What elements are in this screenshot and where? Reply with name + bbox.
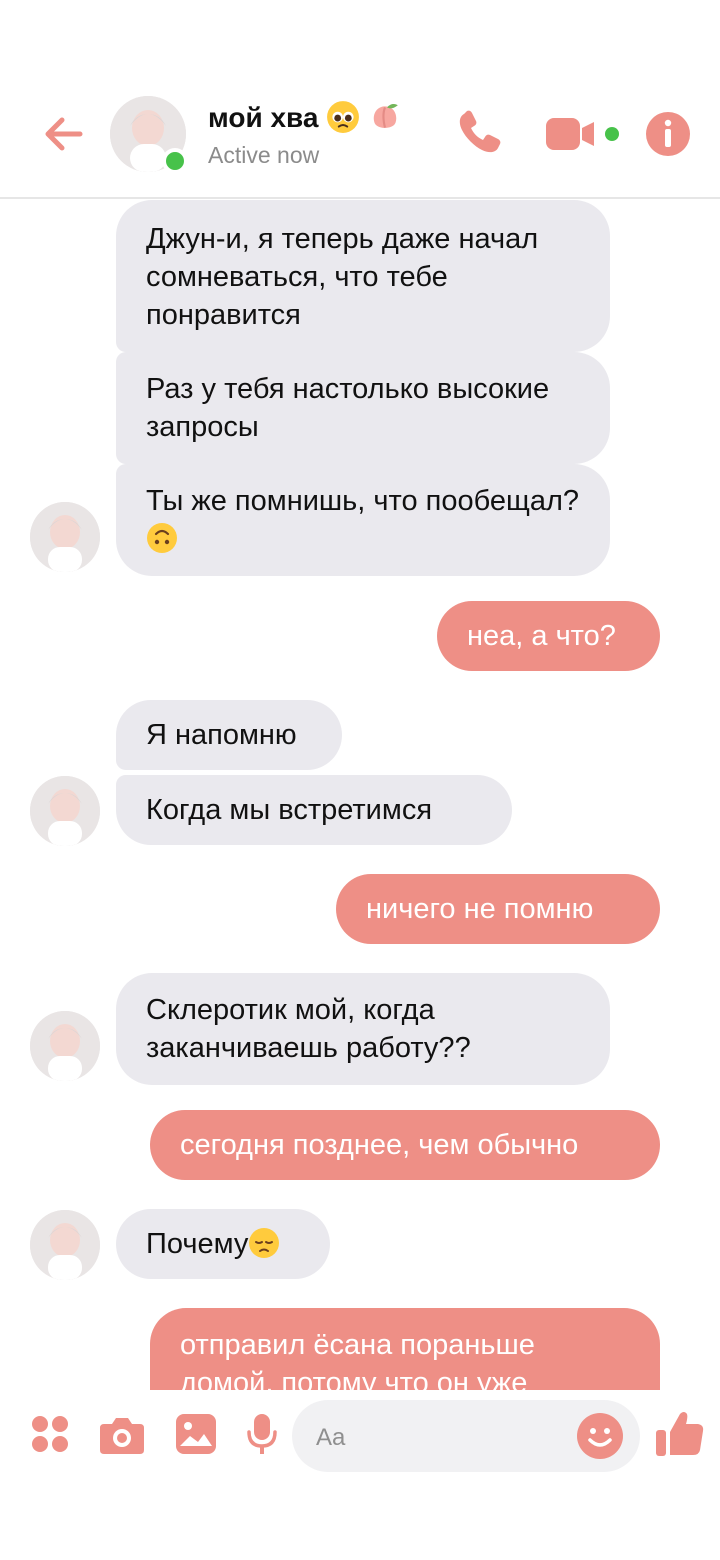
avatar[interactable] (30, 776, 100, 846)
message-list: Джун-и, я теперь даже начал сомневаться,… (0, 200, 720, 1390)
emoji-icon[interactable] (576, 1412, 624, 1460)
outgoing-message[interactable]: сегодня позднее, чем обычно (150, 1110, 660, 1180)
incoming-message[interactable]: Когда мы встретимся (116, 775, 512, 845)
chat-header: мой хва Active now (0, 0, 720, 200)
incoming-message[interactable]: Ты же помнишь, что пообещал? (116, 464, 610, 576)
incoming-message[interactable]: Я напомню (116, 700, 342, 770)
contact-name: мой хва (208, 100, 402, 134)
active-status: Active now (208, 142, 320, 168)
avatar[interactable] (30, 1210, 100, 1280)
outgoing-message[interactable]: неа, а что? (437, 601, 660, 671)
camera-icon[interactable] (98, 1414, 146, 1456)
thumbs-up-icon[interactable] (654, 1408, 706, 1460)
incoming-message[interactable]: Джун-и, я теперь даже начал сомневаться,… (116, 200, 610, 352)
info-icon[interactable] (642, 108, 694, 160)
call-icon[interactable] (448, 104, 508, 164)
video-call-icon[interactable] (542, 110, 624, 160)
outgoing-message[interactable]: отправил ёсана пораньше домой, потому чт… (150, 1308, 660, 1390)
incoming-message[interactable]: Почему (116, 1209, 330, 1279)
avatar[interactable] (30, 1011, 100, 1081)
message-composer: Aa (0, 1390, 720, 1560)
avatar[interactable] (30, 502, 100, 572)
incoming-message[interactable]: Раз у тебя настолько высокие запросы (116, 352, 610, 464)
pleading-face-emoji-icon (327, 101, 360, 133)
back-arrow-icon[interactable] (38, 108, 90, 160)
incoming-message[interactable]: Склеротик мой, когда заканчиваешь работу… (116, 973, 610, 1085)
outgoing-message[interactable]: ничего не помню (336, 874, 660, 944)
contact-avatar[interactable] (110, 96, 188, 174)
peach-emoji-icon (373, 103, 398, 128)
pensive-face-emoji-icon (249, 1228, 280, 1258)
header-divider (0, 197, 720, 199)
online-status-indicator (162, 148, 188, 174)
message-input-placeholder: Aa (316, 1424, 346, 1451)
mic-icon[interactable] (246, 1412, 278, 1458)
gallery-icon[interactable] (174, 1412, 218, 1456)
more-apps-icon[interactable] (30, 1414, 70, 1454)
upside-down-face-emoji-icon (147, 523, 177, 553)
message-input[interactable]: Aa (292, 1400, 640, 1472)
